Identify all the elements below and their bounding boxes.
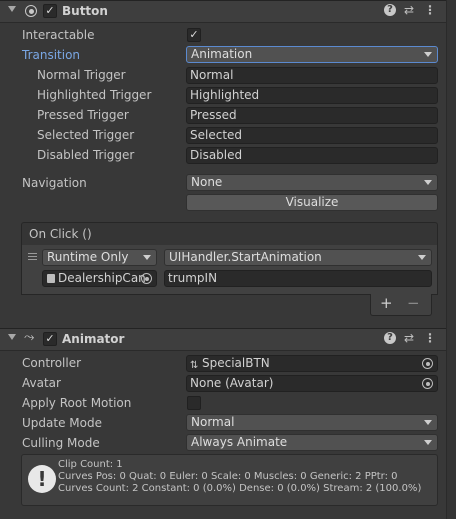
navigation-label: Navigation [22,176,87,190]
target-object-value: DealershipCan [58,271,146,285]
help-icon[interactable]: ? [384,332,396,344]
animator-component-header[interactable]: ⤳ ✓ Animator ? ⇄ ⋮ [0,328,446,351]
chevron-down-icon [143,255,151,260]
highlighted-trigger-field[interactable]: Highlighted [186,87,438,104]
navigation-value: None [191,175,223,189]
pressed-trigger-label: Pressed Trigger [37,108,129,122]
presets-icon[interactable]: ⇄ [404,331,414,345]
animator-component-icon: ⤳ [24,330,35,345]
visualize-button[interactable]: Visualize [186,194,438,211]
update-mode-label: Update Mode [22,416,102,430]
disabled-trigger-field[interactable]: Disabled [186,147,438,164]
on-click-header: On Click () [21,222,438,246]
chevron-down-icon [418,255,426,260]
inspector-scrollbar[interactable] [446,0,456,519]
update-mode-value: Normal [191,415,235,429]
help-icon[interactable]: ? [384,4,396,16]
presets-icon[interactable]: ⇄ [404,3,414,17]
controller-field[interactable]: ⇅ SpecialBTN [186,355,438,372]
avatar-label: Avatar [22,376,61,390]
button-component-header[interactable]: ✓ Button ? ⇄ ⋮ [0,0,446,23]
foldout-arrow-icon[interactable] [8,6,16,12]
pressed-trigger-field[interactable]: Pressed [186,107,438,124]
remove-event-button[interactable]: − [407,294,420,312]
curves-pos-text: Curves Pos: 0 Quat: 0 Euler: 0 Scale: 0 … [58,471,398,482]
button-component-title: Button [62,4,108,18]
animator-enabled-checkbox[interactable]: ✓ [43,332,57,346]
script-file-icon [47,274,55,283]
chevron-down-icon [424,180,432,185]
navigation-dropdown[interactable]: None [186,174,438,191]
disabled-trigger-label: Disabled Trigger [37,148,135,162]
transition-dropdown[interactable]: Animation [186,46,438,63]
curves-count-text: Curves Count: 2 Constant: 0 (0.0%) Dense… [58,483,422,494]
function-value: UIHandler.StartAnimation [169,250,322,264]
more-menu-icon[interactable]: ⋮ [424,331,436,345]
object-picker-icon[interactable] [422,378,433,389]
apply-root-motion-label: Apply Root Motion [22,396,132,410]
interactable-label: Interactable [22,28,95,42]
interactable-checkbox[interactable]: ✓ [187,28,201,42]
runtime-mode-value: Runtime Only [47,250,129,264]
normal-trigger-label: Normal Trigger [37,68,126,82]
avatar-field[interactable]: None (Avatar) [186,375,438,392]
animator-info-box: ! Clip Count: 1 Curves Pos: 0 Quat: 0 Eu… [21,454,438,506]
object-picker-icon[interactable] [422,358,433,369]
info-icon: ! [28,465,56,493]
culling-mode-dropdown[interactable]: Always Animate [186,434,438,451]
apply-root-motion-checkbox[interactable] [187,396,201,410]
chevron-down-icon [424,420,432,425]
chevron-down-icon [424,52,432,57]
object-picker-icon[interactable] [141,273,152,284]
runtime-mode-dropdown[interactable]: Runtime Only [42,249,157,266]
normal-trigger-field[interactable]: Normal [186,67,438,84]
on-click-title: On Click () [29,227,92,241]
target-object-field[interactable]: DealershipCan [42,270,157,287]
clip-count-text: Clip Count: 1 [58,459,123,470]
controller-label: Controller [22,356,82,370]
argument-field[interactable]: trumpIN [164,270,432,287]
more-menu-icon[interactable]: ⋮ [424,3,436,17]
function-dropdown[interactable]: UIHandler.StartAnimation [164,249,432,266]
update-mode-dropdown[interactable]: Normal [186,414,438,431]
culling-mode-value: Always Animate [191,435,288,449]
drag-handle-icon[interactable] [28,253,37,254]
chevron-down-icon [424,440,432,445]
button-enabled-checkbox[interactable]: ✓ [43,4,57,18]
add-event-button[interactable]: + [380,294,393,312]
controller-value: SpecialBTN [202,356,270,370]
animator-component-title: Animator [62,332,125,346]
button-component-icon [25,5,37,17]
transition-value: Animation [191,47,253,61]
culling-mode-label: Culling Mode [22,436,100,450]
selected-trigger-field[interactable]: Selected [186,127,438,144]
foldout-arrow-icon[interactable] [8,334,16,340]
highlighted-trigger-label: Highlighted Trigger [37,88,152,102]
transition-label: Transition [22,48,81,62]
avatar-value: None (Avatar) [190,376,274,390]
animator-controller-icon: ⇅ [190,360,199,371]
selected-trigger-label: Selected Trigger [37,128,135,142]
list-footer: + − [370,294,432,316]
